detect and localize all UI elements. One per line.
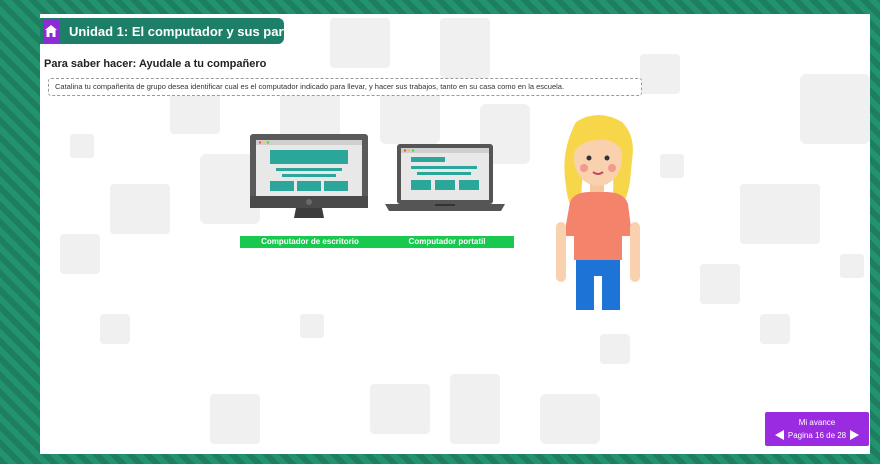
label-laptop-computer[interactable]: Computador portatil: [380, 236, 514, 248]
progress-panel[interactable]: Mi avance Pagina 16 de 28: [765, 412, 869, 446]
unit-title-bar: Unidad 1: El computador y sus partes: [40, 18, 302, 44]
progress-nav: Pagina 16 de 28: [765, 430, 869, 440]
label-desktop-computer[interactable]: Computador de escritorio: [240, 236, 380, 248]
unit-title: Unidad 1: El computador y sus partes: [69, 23, 303, 39]
progress-title: Mi avance: [798, 418, 836, 427]
options-label-bar: Computador de escritorio Computador port…: [240, 236, 514, 248]
instruction-box: Catalina tu compañerita de grupo desea i…: [48, 78, 642, 96]
girl-character-illustration: [556, 115, 640, 310]
content-stage: Unidad 1: El computador y sus partes Par…: [40, 14, 870, 454]
home-icon: [45, 25, 57, 37]
home-button[interactable]: [43, 19, 59, 43]
page-indicator: Pagina 16 de 28: [787, 430, 847, 440]
activity-subtitle: Para saber hacer: Ayudale a tu compañero: [44, 58, 267, 70]
next-page-button[interactable]: [850, 430, 860, 440]
desktop-computer-icon[interactable]: [250, 134, 368, 220]
previous-page-button[interactable]: [774, 430, 784, 440]
instruction-text: Catalina tu compañerita de grupo desea i…: [55, 82, 565, 91]
laptop-computer-icon[interactable]: [385, 144, 505, 214]
